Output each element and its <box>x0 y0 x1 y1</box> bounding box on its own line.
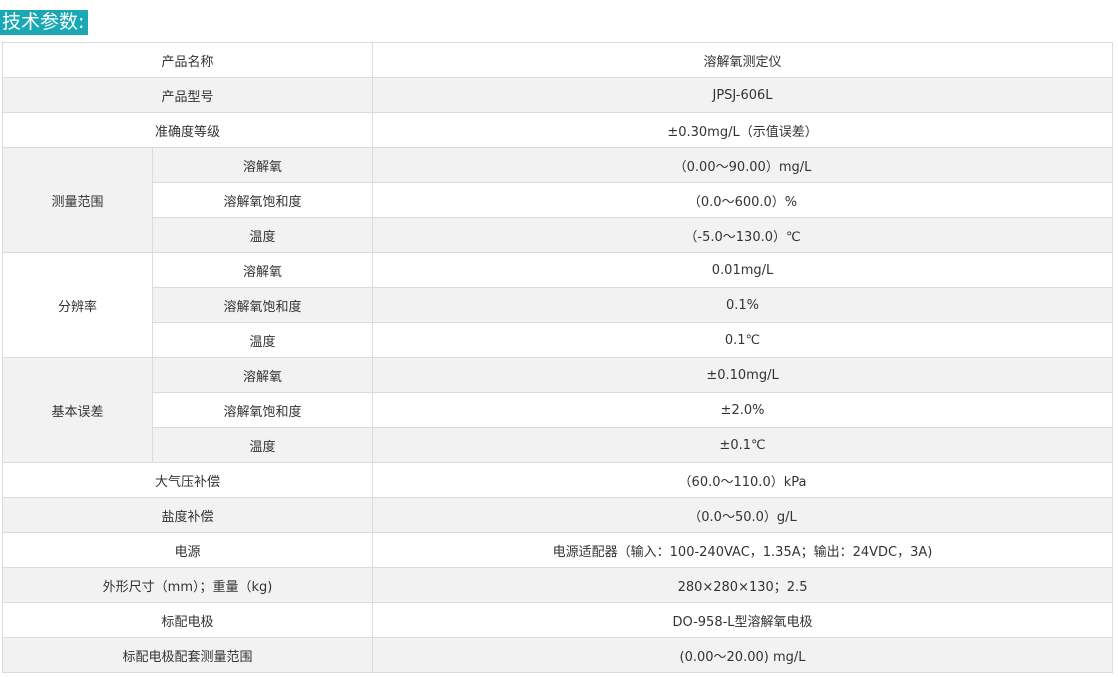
row-label: 标配电极配套测量范围 <box>1 637 374 673</box>
row-value: （0.0～50.0）g/L <box>372 497 1114 533</box>
table-row: 电源 电源适配器（输入：100-240VAC，1.35A；输出：24VDC，3A… <box>1 532 1114 568</box>
row-label: 溶解氧 <box>151 252 374 288</box>
row-label: 溶解氧 <box>151 147 374 183</box>
table-row: 基本误差 溶解氧 ±0.10mg/L <box>2 357 1114 463</box>
row-value: 电源适配器（输入：100-240VAC，1.35A；输出：24VDC，3A) <box>372 532 1114 568</box>
table-row: 准确度等级 ±0.30mg/L（示值误差） <box>1 112 1114 148</box>
table-row: 产品名称 溶解氧测定仪 <box>1 42 1114 78</box>
row-label: 产品型号 <box>1 77 374 113</box>
table-row: 测量范围 溶解氧 （0.00～90.00）mg/L <box>2 147 1114 253</box>
table-row: 温度 （-5.0～130.0）℃ <box>3 217 1114 253</box>
row-value: ±0.1℃ <box>372 427 1114 463</box>
row-value: (0.00～20.00) mg/L <box>372 637 1114 673</box>
row-label: 溶解氧饱和度 <box>151 182 374 218</box>
row-label: 溶解氧饱和度 <box>151 392 374 428</box>
row-value: 0.01mg/L <box>372 252 1114 288</box>
table-row: 大气压补偿 （60.0～110.0）kPa <box>1 462 1114 498</box>
table-row: 产品型号 JPSJ-606L <box>1 77 1114 113</box>
row-value: （60.0～110.0）kPa <box>372 462 1114 498</box>
group-label: 基本误差 <box>2 357 153 463</box>
row-label: 盐度补偿 <box>1 497 374 533</box>
row-value: JPSJ-606L <box>372 77 1114 113</box>
table-row: 温度 0.1℃ <box>3 322 1114 358</box>
table-row: 标配电极配套测量范围 (0.00～20.00) mg/L <box>1 637 1114 673</box>
row-value: ±0.30mg/L（示值误差） <box>372 112 1114 148</box>
section-heading: 技术参数: <box>0 10 89 35</box>
table-row: 溶解氧饱和度 0.1% <box>3 287 1114 323</box>
row-value: ±2.0% <box>372 392 1114 428</box>
row-value: 0.1% <box>372 287 1114 323</box>
row-label: 外形尺寸（mm）；重量（kg) <box>1 567 374 603</box>
group-label: 分辨率 <box>2 252 153 358</box>
row-label: 温度 <box>151 217 374 253</box>
row-label: 溶解氧 <box>151 357 374 393</box>
table-row: 分辨率 溶解氧 0.01mg/L <box>2 252 1114 358</box>
row-label: 准确度等级 <box>1 112 374 148</box>
table-row: 溶解氧饱和度 （0.0～600.0）% <box>3 182 1114 218</box>
table-row: 外形尺寸（mm）；重量（kg) 280×280×130；2.5 <box>1 567 1114 603</box>
table-row: 盐度补偿 （0.0～50.0）g/L <box>1 497 1114 533</box>
table-row: 温度 ±0.1℃ <box>3 427 1114 463</box>
row-value: （0.0～600.0）% <box>372 182 1114 218</box>
row-label: 溶解氧饱和度 <box>151 287 374 323</box>
group-label: 测量范围 <box>2 147 153 253</box>
row-value: （0.00～90.00）mg/L <box>372 147 1114 183</box>
row-value: （-5.0～130.0）℃ <box>372 217 1114 253</box>
row-value: 溶解氧测定仪 <box>372 42 1114 78</box>
row-value: 280×280×130；2.5 <box>372 567 1114 603</box>
table-row: 溶解氧饱和度 ±2.0% <box>3 392 1114 428</box>
spec-table: 产品名称 溶解氧测定仪 产品型号 JPSJ-606L 准确度等级 ±0.30mg… <box>1 42 1114 673</box>
row-value: 0.1℃ <box>372 322 1114 358</box>
row-label: 大气压补偿 <box>1 462 374 498</box>
row-label: 标配电极 <box>1 602 374 638</box>
table-row: 标配电极 DO-958-L型溶解氧电极 <box>1 602 1114 638</box>
row-value: ±0.10mg/L <box>372 357 1114 393</box>
row-label: 温度 <box>151 322 374 358</box>
row-label: 电源 <box>1 532 374 568</box>
row-label: 产品名称 <box>1 42 374 78</box>
row-value: DO-958-L型溶解氧电极 <box>372 602 1114 638</box>
row-label: 温度 <box>151 427 374 463</box>
